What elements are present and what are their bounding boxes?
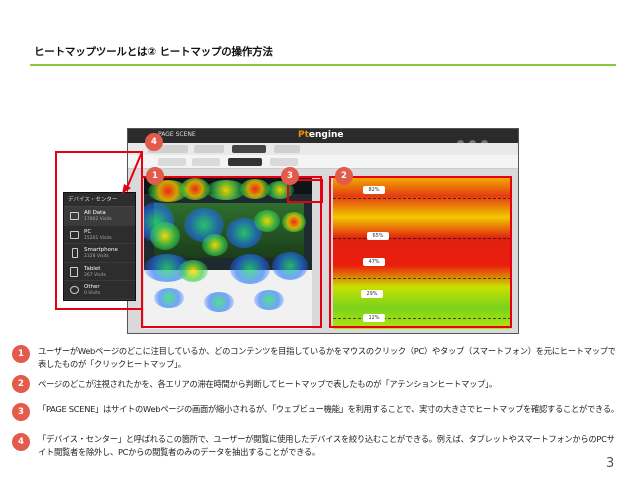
callout-3: 3 bbox=[281, 167, 299, 185]
app-toolbar bbox=[128, 143, 518, 155]
toolbar-pill[interactable] bbox=[194, 145, 224, 153]
toolbar-pill-active[interactable] bbox=[232, 145, 266, 153]
arrow-icon bbox=[122, 151, 143, 194]
tab-click-heatmap[interactable] bbox=[228, 158, 262, 166]
tab-mode[interactable] bbox=[270, 158, 298, 166]
description-badge: 3 bbox=[12, 403, 30, 421]
description-text: ユーザーがWebページのどこに注目しているか、どのコンテンツを目指しているかをマ… bbox=[38, 346, 616, 369]
callout-2: 2 bbox=[335, 167, 353, 185]
annotation-box-attention-heatmap bbox=[329, 176, 512, 328]
ptengine-logo: Ptengine bbox=[298, 130, 344, 140]
heatmap-mode-tabs bbox=[128, 155, 518, 169]
description-badge: 2 bbox=[12, 375, 30, 393]
page-scene-label: PAGE SCENE bbox=[158, 131, 196, 138]
callout-4: 4 bbox=[145, 133, 163, 151]
title-divider bbox=[30, 64, 616, 66]
tab-mode[interactable] bbox=[192, 158, 220, 166]
top-bar-icons bbox=[452, 132, 512, 147]
description-badge: 4 bbox=[12, 433, 30, 451]
description-text: 「デバイス・センター」と呼ばれるこの箇所で、ユーザーが閲覧に使用したデバイスを絞… bbox=[38, 434, 615, 457]
callout-1: 1 bbox=[146, 167, 164, 185]
slide-title: ヒートマップツールとは② ヒートマップの操作方法 bbox=[34, 46, 273, 58]
toolbar-pill[interactable] bbox=[274, 145, 300, 153]
description-text: ページのどこが注視されたかを、各エリアの滞在時間から判断してヒートマップで表した… bbox=[38, 379, 498, 389]
app-top-bar: PAGE SCENE Ptengine bbox=[128, 129, 518, 147]
page-number: 3 bbox=[606, 456, 615, 471]
description-text: 「PAGE SCENE」はサイトのWebページの画面が縮小されるが、「ウェブビュ… bbox=[38, 404, 619, 414]
tab-mode[interactable] bbox=[158, 158, 186, 166]
description-badge: 1 bbox=[12, 345, 30, 363]
